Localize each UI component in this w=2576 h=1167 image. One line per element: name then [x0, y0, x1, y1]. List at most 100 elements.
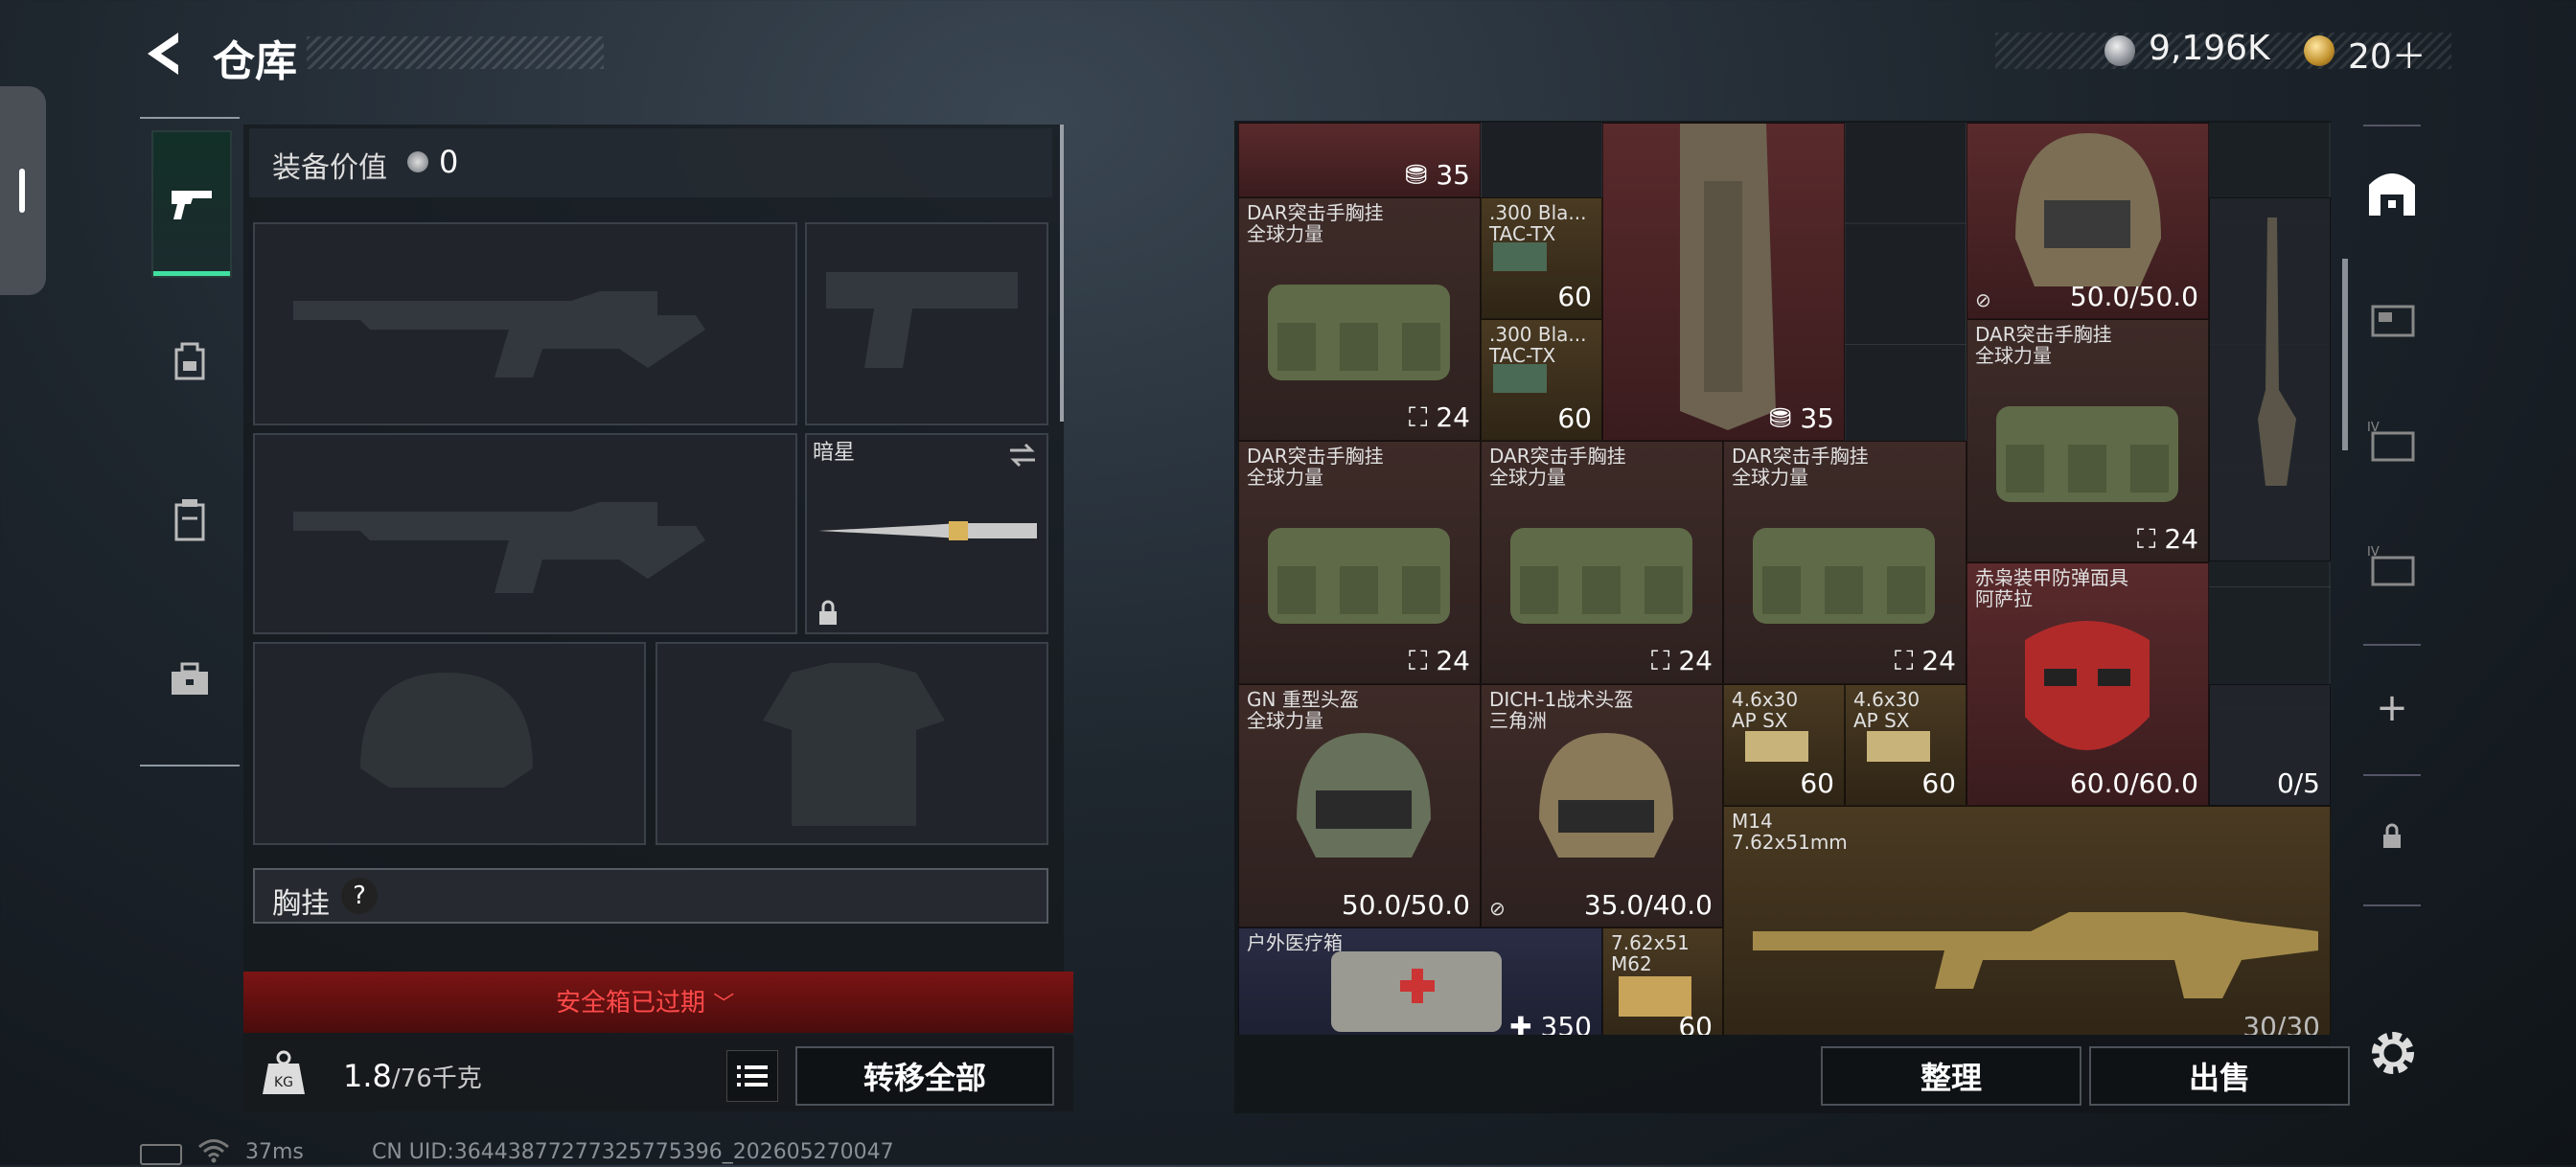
item-value: 60	[1557, 402, 1592, 434]
stash-item[interactable]: DAR突击手胸挂 全球力量 ⛶ 24	[1481, 441, 1723, 684]
uid-text: CN UID:3644387727732577539​6_20260527004…	[372, 1140, 894, 1164]
medkit-image	[1331, 951, 1502, 1032]
stash-container-slot[interactable]: 0/5	[2209, 684, 2331, 806]
gold-currency-value[interactable]: 20＋	[2348, 29, 2426, 79]
item-value: 60	[1678, 1011, 1713, 1035]
primary-weapon-slot-1[interactable]	[253, 222, 797, 425]
pistol-icon	[172, 191, 212, 219]
leg-rig-image	[1680, 124, 1776, 430]
nav-tab-weapons[interactable]	[151, 130, 232, 278]
item-brand: 全球力量	[1247, 222, 1323, 245]
stash-item[interactable]: .300 Bla... TAC-TX 60	[1481, 319, 1602, 441]
stash-item[interactable]: M14 7.62x51mm 30/30	[1723, 806, 2331, 1035]
item-name: DAR突击手胸挂	[1489, 445, 1626, 468]
item-value: 35.0/40.0	[1583, 889, 1713, 921]
stash-item[interactable]: 赤枭装甲防弹面具 阿萨拉 60.0/60.0	[1966, 562, 2209, 806]
carry-weight: 1.8/76千克	[343, 1058, 482, 1094]
nav-tab-toolbox[interactable]	[151, 607, 228, 751]
weight-icon: ⛃	[1404, 159, 1428, 191]
sniper-rifle-image	[2258, 217, 2296, 486]
swap-icon[interactable]	[1006, 441, 1039, 469]
right-column-divider	[2363, 644, 2421, 646]
item-name: 赤枭装甲防弹面具	[1975, 566, 2128, 589]
storage-box-icon: IV	[2367, 545, 2415, 586]
item-caliber: 7.62x51mm	[1732, 831, 1848, 854]
ammo-box-image	[1493, 364, 1547, 393]
melee-name: 暗星	[813, 441, 856, 465]
item-value: 30/30	[2242, 1011, 2320, 1035]
stash-tab-2[interactable]	[2359, 264, 2425, 370]
stash-item[interactable]: 4.6x30 AP SX 60	[1845, 684, 1966, 806]
stash-scrollbar[interactable]	[2342, 259, 2348, 450]
ammo-box-image	[1867, 731, 1930, 762]
stash-item[interactable]: .300 Bla... TAC-TX 60	[1481, 197, 1602, 319]
sort-button[interactable]: 整理	[1821, 1046, 2082, 1106]
item-value: 60	[1921, 767, 1956, 799]
armor-slot[interactable]	[656, 642, 1048, 845]
primary-weapon-slot-2[interactable]	[253, 433, 797, 634]
plus-icon: ✚	[1509, 1011, 1532, 1035]
nav-tab-container[interactable]	[151, 448, 228, 592]
ammo-box-image	[1745, 731, 1808, 762]
silver-coin-icon	[2104, 35, 2135, 66]
list-icon	[737, 1065, 768, 1087]
helmet-slot[interactable]	[253, 642, 646, 845]
pistol-slot[interactable]	[805, 222, 1048, 425]
right-column-divider	[2363, 904, 2421, 906]
nav-divider-top	[140, 117, 240, 119]
stash-item[interactable]: 7.62x51 M62 60	[1602, 927, 1723, 1035]
helmet-image	[1539, 733, 1673, 858]
item-value: 60	[1800, 767, 1834, 799]
chest-rig-image	[1268, 285, 1450, 380]
sell-button[interactable]: 出售	[2089, 1046, 2350, 1106]
stash-tab-main[interactable]	[2359, 140, 2425, 245]
rifle-silhouette-icon	[293, 502, 705, 593]
stash-item[interactable]: GN 重型头盔 全球力量 50.0/50.0	[1238, 684, 1481, 927]
broken-icon: ⊘	[1975, 288, 1991, 311]
stash-item[interactable]	[2209, 197, 2331, 561]
item-name: 4.6x30	[1853, 688, 1920, 711]
toolbox-icon	[172, 662, 208, 695]
back-arrow-icon[interactable]	[140, 29, 186, 79]
stash-item[interactable]: DAR突击手胸挂 全球力量 ⛶ 24	[1966, 319, 2209, 562]
transfer-all-button[interactable]: 转移全部	[795, 1046, 1054, 1106]
stash-tab-3[interactable]: IV	[2359, 389, 2425, 494]
item-name: 4.6x30	[1732, 688, 1799, 711]
add-stash-button[interactable]: +	[2359, 655, 2425, 761]
chest-rig-image	[1268, 528, 1450, 624]
item-value: 60.0/60.0	[2069, 767, 2198, 799]
locked-stash-tab[interactable]	[2359, 784, 2425, 889]
item-name: DICH-1战术头盔	[1489, 688, 1634, 711]
stash-tab-4[interactable]: IV	[2359, 514, 2425, 619]
stash-item[interactable]: DAR突击手胸挂 全球力量 ⛶ 24	[1238, 197, 1481, 441]
stash-item[interactable]: 4.6x30 AP SX 60	[1723, 684, 1845, 806]
weight-max: /76千克	[391, 1064, 482, 1093]
nav-tab-gear[interactable]	[151, 289, 228, 433]
stash-item[interactable]: DICH-1战术头盔 三角洲 ⊘ 35.0/40.0	[1481, 684, 1723, 927]
help-icon[interactable]: ?	[341, 878, 378, 914]
item-name: M14	[1732, 810, 1773, 833]
title-decoration	[307, 36, 604, 69]
chest-rig-image	[1996, 406, 2178, 502]
stash-item[interactable]: ⛃ 35	[1602, 123, 1845, 441]
item-brand: 全球力量	[1489, 466, 1566, 489]
storage-box-icon	[2371, 305, 2415, 337]
item-name: GN 重型头盔	[1247, 688, 1359, 711]
lock-icon	[2383, 823, 2401, 848]
item-brand: 全球力量	[1732, 466, 1808, 489]
list-view-button[interactable]	[726, 1050, 778, 1102]
page-title: 仓库	[213, 37, 297, 86]
gear-icon[interactable]	[2365, 1025, 2421, 1081]
lock-icon	[819, 600, 837, 625]
stash-item[interactable]: 户外医疗箱 ✚ 350	[1238, 927, 1602, 1035]
stash-item[interactable]: ⛃ 35	[1238, 123, 1481, 197]
stash-item[interactable]: DAR突击手胸挂 全球力量 ⛶ 24	[1723, 441, 1966, 684]
item-name: DAR突击手胸挂	[1247, 201, 1384, 224]
wifi-icon	[197, 1138, 230, 1163]
stash-item[interactable]: DAR突击手胸挂 全球力量 ⛶ 24	[1238, 441, 1481, 684]
rifle-image	[1753, 912, 2318, 998]
weight-current: 1.8	[343, 1058, 392, 1094]
equipment-scrollbar[interactable]	[1060, 125, 1064, 422]
stash-item[interactable]: ⊘ 50.0/50.0	[1966, 123, 2209, 319]
item-brand: 全球力量	[1247, 466, 1323, 489]
